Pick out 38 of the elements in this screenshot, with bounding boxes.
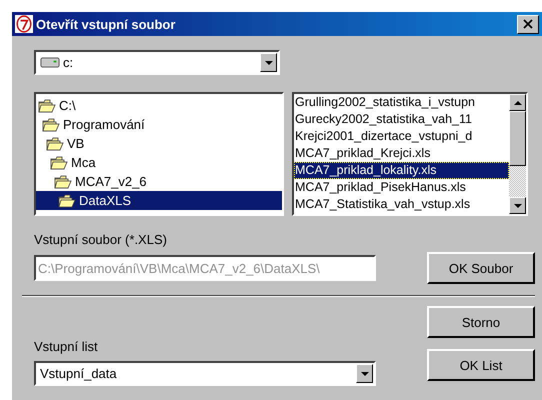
file-item[interactable]: Krejci2001_dizertace_vstupni_d [294, 128, 509, 145]
folder-icon [50, 156, 68, 170]
scroll-down-button[interactable] [509, 197, 526, 214]
window-title: Otevřít vstupní soubor [36, 16, 176, 32]
folder-icon [58, 194, 76, 208]
file-item[interactable]: Grulling2002_statistika_i_vstupn [294, 94, 509, 111]
folder-item[interactable]: MCA7_v2_6 [73, 173, 149, 190]
folder-icon [46, 136, 64, 150]
sheet-value: Vstupní_data [40, 366, 118, 381]
cancel-button[interactable]: Storno [427, 306, 535, 338]
up-arrow-icon [514, 100, 522, 104]
folder-item[interactable]: Mca [69, 154, 98, 171]
scroll-thumb[interactable] [509, 111, 526, 166]
folder-icon [38, 98, 56, 112]
close-icon [523, 19, 533, 29]
drive-dropdown[interactable]: c: [34, 50, 280, 75]
ok-sheet-button[interactable]: OK List [427, 349, 535, 381]
folder-icon [54, 174, 72, 188]
file-item[interactable]: MCA7_Statistika_vah_vstup.xls [294, 196, 509, 213]
folder-item[interactable]: Programování [61, 116, 147, 133]
app-icon [15, 15, 33, 33]
folder-icon [42, 118, 60, 132]
sheet-dropdown[interactable]: Vstupní_data [34, 361, 376, 386]
file-item[interactable]: Gurecky2002_statistika_vah_11 [294, 111, 509, 128]
input-file-label: Vstupní soubor (*.XLS) [34, 232, 168, 249]
ok-file-button[interactable]: OK Soubor [427, 252, 535, 284]
drive-value: c: [63, 55, 74, 70]
folder-item[interactable]: VB [65, 135, 86, 152]
file-item[interactable]: MCA7_priklad_Krejci.xls [294, 145, 509, 162]
input-sheet-label: Vstupní list [34, 339, 99, 356]
folder-item[interactable]: C:\ [57, 97, 78, 114]
drive-icon [40, 57, 60, 68]
down-arrow-icon [514, 204, 522, 208]
file-item[interactable]: MCA7_priklad_lokality.xls [294, 162, 509, 179]
close-button[interactable] [517, 14, 539, 34]
scrollbar[interactable] [509, 94, 526, 214]
file-item[interactable]: MCA7_priklad_PisekHanus.xls [294, 179, 509, 196]
scroll-up-button[interactable] [509, 94, 526, 111]
